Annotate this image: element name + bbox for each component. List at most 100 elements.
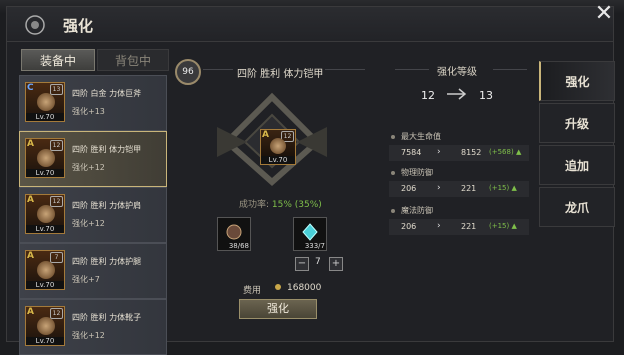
tab-bar: 装备中 背包中 — [21, 49, 169, 71]
stat-row: 206 › 221 (+15) ▲ — [389, 181, 529, 197]
tab-equipped[interactable]: 装备中 — [21, 49, 95, 71]
minus-button[interactable]: − — [295, 257, 309, 271]
item-level: Lv.70 — [26, 281, 64, 289]
stat-from: 206 — [401, 184, 417, 193]
item-enhance: 强化+13 — [72, 107, 105, 116]
tab-inventory[interactable]: 背包中 — [97, 49, 169, 71]
stat-to: 8152 — [461, 148, 482, 157]
stat-label-text: 魔法防御 — [401, 206, 433, 215]
list-item[interactable]: C 13 Lv.70 四阶 白金 力体巨斧 强化+13 — [19, 75, 167, 131]
list-item[interactable]: A 12 Lv.70 四阶 胜利 力体护肩 强化+12 — [19, 187, 167, 243]
shoulder-icon — [37, 205, 55, 223]
nav-addon[interactable]: 追加 — [539, 145, 615, 185]
enhance-button[interactable]: 强化 — [239, 299, 317, 319]
success-rate-label: 成功率: — [239, 200, 270, 210]
stat-label-text: 物理防御 — [401, 168, 433, 177]
item-enhance: 强化+12 — [72, 219, 105, 228]
bullet-icon — [391, 208, 395, 213]
item-enhance: 强化+12 — [72, 163, 105, 172]
item-icon: A 12 Lv.70 — [25, 194, 65, 234]
item-enhance: 强化+12 — [72, 331, 105, 340]
stat-label-text: 最大生命值 — [401, 132, 441, 141]
grade-badge: A — [27, 251, 34, 261]
legs-icon — [37, 261, 55, 279]
item-name: 四阶 胜利 力体护腿 — [72, 257, 142, 266]
bullet-icon — [391, 170, 395, 175]
star-badge: 12 — [50, 308, 63, 319]
grade-badge: A — [27, 307, 34, 317]
divider — [203, 69, 233, 70]
list-item[interactable]: A 7 Lv.70 四阶 胜利 力体护腿 强化+7 — [19, 243, 167, 299]
grade-badge: C — [27, 83, 34, 93]
close-icon[interactable]: ✕ — [593, 3, 615, 25]
stat-increase: (+15) ▲ — [489, 222, 517, 230]
stat-increase: (+568) ▲ — [489, 148, 521, 156]
stat-arrow-icon: › — [437, 183, 441, 193]
level-from: 12 — [421, 89, 435, 102]
quantity-value: 7 — [315, 257, 321, 267]
enhance-level-heading: 强化等级 — [437, 67, 477, 78]
armor-icon — [270, 138, 286, 154]
stat-label: 物理防御 — [391, 167, 433, 178]
stat-increase-text: (+15) — [489, 184, 510, 192]
item-level: Lv.70 — [26, 169, 64, 177]
item-icon: A 12 Lv.70 — [25, 306, 65, 346]
stat-row: 7584 › 8152 (+568) ▲ — [389, 145, 529, 161]
star-badge: 7 — [50, 252, 63, 263]
selected-item-title: 四阶 胜利 体力铠甲 — [237, 69, 324, 80]
item-icon: A 7 Lv.70 — [25, 250, 65, 290]
stat-row: 206 › 221 (+15) ▲ — [389, 219, 529, 235]
arrow-right-icon — [447, 88, 467, 100]
title-bar: 强化 ✕ — [7, 3, 613, 42]
item-name: 四阶 胜利 力体靴子 — [72, 313, 142, 322]
selected-item-icon[interactable]: A 12 Lv.70 — [260, 129, 296, 165]
list-item-selected[interactable]: A 12 Lv.70 四阶 胜利 体力铠甲 强化+12 — [19, 131, 167, 187]
armor-icon — [37, 149, 55, 167]
grade-badge: A — [27, 139, 34, 149]
success-rate-value: 15% (35%) — [271, 200, 322, 210]
item-enhance: 强化+7 — [72, 275, 100, 284]
nav-enhance[interactable]: 强化 — [539, 61, 615, 101]
crystal-icon — [302, 223, 318, 241]
list-item[interactable]: A 12 Lv.70 四阶 胜利 力体靴子 强化+12 — [19, 299, 167, 355]
stat-increase: (+15) ▲ — [489, 184, 517, 192]
fee-value: 168000 — [287, 283, 322, 293]
stat-from: 206 — [401, 222, 417, 231]
nav-dragon-claw[interactable]: 龙爪 — [539, 187, 615, 227]
stat-label: 魔法防御 — [391, 205, 433, 216]
bullet-icon — [391, 134, 395, 139]
plus-button[interactable]: + — [329, 257, 343, 271]
material-slot[interactable]: 38/68 — [217, 217, 251, 251]
divider — [493, 69, 527, 70]
stat-increase-text: (+568) — [489, 148, 514, 156]
stat-arrow-icon: › — [437, 221, 441, 231]
material-slot[interactable]: 333/7 — [293, 217, 327, 251]
item-name: 四阶 胜利 体力铠甲 — [72, 145, 142, 154]
stat-arrow-icon: › — [437, 147, 441, 157]
fee-label: 费用 — [243, 286, 262, 296]
item-name: 四阶 白金 力体巨斧 — [72, 89, 142, 98]
level-to: 13 — [479, 89, 493, 102]
stat-to: 221 — [461, 184, 477, 193]
material-count: 333/7 — [304, 242, 325, 250]
character-level-badge: 96 — [175, 59, 201, 85]
boots-icon — [37, 317, 55, 335]
up-arrow-icon: ▲ — [515, 148, 522, 156]
up-arrow-icon: ▲ — [511, 222, 517, 230]
item-icon: C 13 Lv.70 — [25, 82, 65, 122]
star-badge: 12 — [50, 140, 63, 151]
page-title: 强化 — [63, 17, 94, 35]
item-level: Lv.70 — [26, 337, 64, 345]
nav-upgrade[interactable]: 升级 — [539, 103, 615, 143]
star-badge: 12 — [50, 196, 63, 207]
grade-badge: A — [262, 130, 269, 140]
stat-increase-text: (+15) — [489, 222, 510, 230]
grade-badge: A — [27, 195, 34, 205]
enhance-window: 强化 ✕ 装备中 背包中 C 13 Lv.70 四阶 白金 力体巨斧 强化+13… — [6, 3, 615, 355]
stat-to: 221 — [461, 222, 477, 231]
axe-icon — [37, 93, 55, 111]
item-level: Lv.70 — [26, 113, 64, 121]
stat-from: 7584 — [401, 148, 422, 157]
item-level: Lv.70 — [261, 156, 295, 164]
item-level: Lv.70 — [26, 225, 64, 233]
